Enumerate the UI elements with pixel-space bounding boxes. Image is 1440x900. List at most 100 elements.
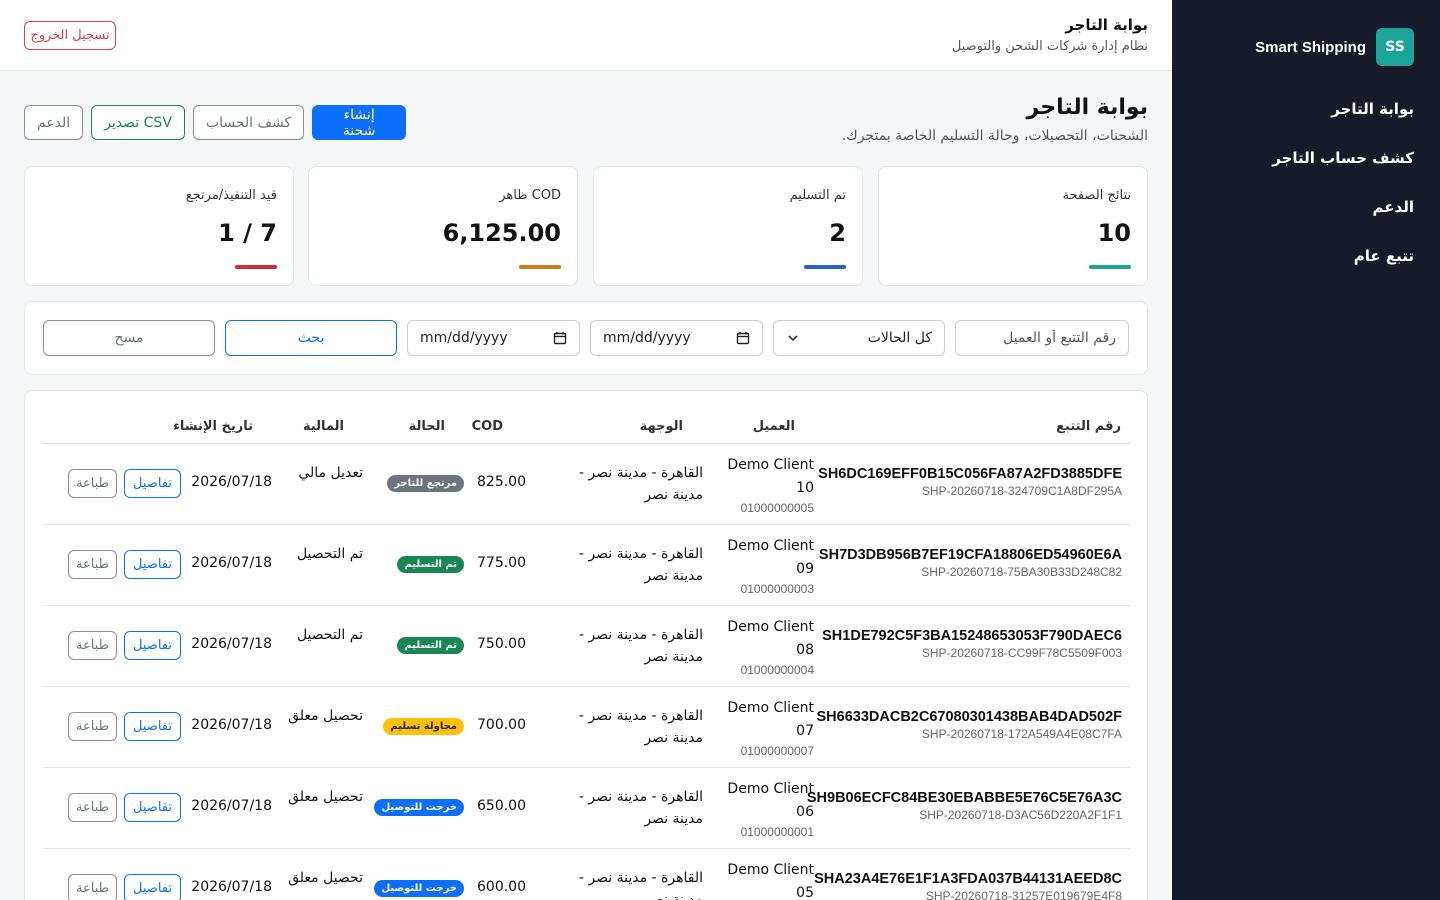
- destination-cell: القاهرة - مدينة نصر - مدينة نصر: [578, 789, 703, 827]
- status-badge: تم التسليم: [397, 637, 464, 654]
- client-name: Demo Client 09: [727, 538, 814, 577]
- details-button[interactable]: تفاصيل: [124, 550, 181, 579]
- table-row[interactable]: SH7D3DB956B7EF19CFA18806ED54960E6A SHP-20…: [43, 525, 1130, 606]
- cod-cell: 600.00: [477, 879, 526, 895]
- tracking-number[interactable]: SH9B06ECFC84BE30EBABBE5E76C5E76A3C: [807, 790, 1122, 806]
- shipment-reference: SHP-20260718-CC99F78C5509F003: [921, 646, 1122, 660]
- created-date-cell: 2026/07/18: [191, 636, 272, 652]
- column-header-finance: المالية: [302, 419, 344, 434]
- sidebar-item-merchant-portal[interactable]: بوابة التاجر: [1194, 96, 1414, 145]
- details-button[interactable]: تفاصيل: [124, 631, 181, 660]
- tracking-cell: SH6633DACB2C67080301438BAB4DAD502F SHP-20…: [817, 709, 1122, 741]
- clear-button[interactable]: مسح: [43, 320, 215, 356]
- print-button[interactable]: طباعة: [68, 793, 117, 822]
- created-date-cell: 2026/07/18: [191, 717, 272, 733]
- stat-value: 6,125.00: [442, 219, 561, 247]
- tracking-number[interactable]: SHA23A4E76E1F1A3FDA037B44131AEED8C: [814, 871, 1122, 887]
- status-badge: خرجت للتوصيل: [374, 799, 464, 816]
- sidebar-item-public-tracking[interactable]: تتبع عام: [1194, 243, 1414, 292]
- create-shipment-button[interactable]: إنشاء شحنة: [312, 105, 407, 140]
- brand-name: Smart Shipping: [1255, 38, 1366, 56]
- print-button[interactable]: طباعة: [68, 712, 117, 741]
- client-name: Demo Client 08: [727, 619, 814, 658]
- status-badge: خرجت للتوصيل: [374, 880, 464, 897]
- filter-panel: كل الحالات mm/dd/yyyy mm/dd/yyyy بحث مسح: [24, 301, 1148, 375]
- calendar-icon[interactable]: [736, 331, 750, 345]
- support-button[interactable]: الدعم: [24, 105, 84, 140]
- shipment-reference: SHP-20260718-D3AC56D220A2F1F1: [919, 808, 1122, 822]
- created-date-cell: 2026/07/18: [191, 555, 272, 571]
- stat-card-page-results: نتائج الصفحة 10: [878, 166, 1148, 286]
- destination-cell: القاهرة - مدينة نصر - مدينة نصر: [578, 708, 703, 746]
- client-name: Demo Client 07: [727, 700, 814, 739]
- column-header-client: العميل: [752, 419, 795, 434]
- stat-label: نتائج الصفحة: [1062, 188, 1131, 203]
- table-row[interactable]: SH6DC169EFF0B15C056FA87A2FD3885DFE SHP-20…: [43, 444, 1130, 525]
- date-to-input[interactable]: mm/dd/yyyy: [407, 320, 580, 356]
- client-name: Demo Client 06: [727, 781, 814, 820]
- cod-cell: 650.00: [477, 798, 526, 814]
- tracking-number[interactable]: SH7D3DB956B7EF19CFA18806ED54960E6A: [819, 547, 1122, 563]
- cod-cell: 775.00: [477, 555, 526, 571]
- sidebar-item-support[interactable]: الدعم: [1194, 194, 1414, 243]
- created-date-cell: 2026/07/18: [191, 879, 272, 895]
- search-button[interactable]: بحث: [225, 320, 397, 356]
- shipment-reference: SHP-20260718-324709C1A8DF295A: [921, 484, 1122, 498]
- client-phone: 01000000005: [740, 501, 814, 515]
- page-subtitle: الشحنات، التحصيلات، وحالة التسليم الخاصة…: [841, 128, 1148, 144]
- created-date-cell: 2026/07/18: [191, 798, 272, 814]
- tracking-number[interactable]: SH6DC169EFF0B15C056FA87A2FD3885DFE: [818, 466, 1122, 482]
- logout-button[interactable]: تسجيل الخروج: [24, 21, 116, 50]
- date-from-input[interactable]: mm/dd/yyyy: [590, 320, 763, 356]
- cod-cell: 825.00: [477, 474, 526, 490]
- details-button[interactable]: تفاصيل: [124, 712, 181, 741]
- status-select[interactable]: كل الحالات: [773, 320, 945, 356]
- cod-cell: 750.00: [477, 636, 526, 652]
- page-title: بوابة التاجر: [1026, 95, 1148, 120]
- tracking-cell: SH9B06ECFC84BE30EBABBE5E76C5E76A3C SHP-20…: [807, 790, 1122, 822]
- table-row[interactable]: SH9B06ECFC84BE30EBABBE5E76C5E76A3C SHP-20…: [43, 768, 1130, 849]
- tracking-cell: SHA23A4E76E1F1A3FDA037B44131AEED8C SHP-20…: [814, 871, 1122, 900]
- calendar-icon[interactable]: [553, 331, 567, 345]
- destination-cell: القاهرة - مدينة نصر - مدينة نصر: [578, 627, 703, 665]
- topbar: بوابة التاجر نظام إدارة شركات الشحن والت…: [0, 0, 1172, 71]
- finance-cell: تعديل مالي: [298, 465, 363, 481]
- client-cell: Demo Client 07 01000000007: [714, 697, 814, 759]
- table-row[interactable]: SH1DE792C5F3BA15248653053F790DAEC6 SHP-20…: [43, 606, 1130, 687]
- export-csv-button[interactable]: تصدير CSV: [91, 105, 185, 140]
- column-header-status: الحالة: [408, 419, 445, 434]
- details-button[interactable]: تفاصيل: [124, 874, 181, 900]
- table-row[interactable]: SHA23A4E76E1F1A3FDA037B44131AEED8C SHP-20…: [43, 849, 1130, 900]
- table-row[interactable]: SH6633DACB2C67080301438BAB4DAD502F SHP-20…: [43, 687, 1130, 768]
- details-button[interactable]: تفاصيل: [124, 469, 181, 498]
- client-phone: 01000000001: [740, 825, 814, 839]
- print-button[interactable]: طباعة: [68, 469, 117, 498]
- date-to-value: mm/dd/yyyy: [420, 330, 508, 346]
- print-button[interactable]: طباعة: [68, 631, 117, 660]
- page-actions: إنشاء شحنة كشف الحساب تصدير CSV الدعم: [24, 105, 407, 140]
- stat-label: تم التسليم: [789, 188, 846, 203]
- stat-label: COD ظاهر: [499, 188, 561, 203]
- status-badge: تم التسليم: [397, 556, 464, 573]
- sidebar-nav: بوابة التاجر كشف حساب التاجر الدعم تتبع …: [1194, 96, 1414, 292]
- column-header-destination: الوجهة: [639, 419, 683, 434]
- details-button[interactable]: تفاصيل: [124, 793, 181, 822]
- statement-button[interactable]: كشف الحساب: [192, 105, 305, 140]
- print-button[interactable]: طباعة: [68, 550, 117, 579]
- tracking-number[interactable]: SH1DE792C5F3BA15248653053F790DAEC6: [822, 628, 1122, 644]
- sidebar-item-merchant-statement[interactable]: كشف حساب التاجر: [1194, 145, 1414, 194]
- client-phone: 01000000003: [740, 582, 814, 596]
- print-button[interactable]: طباعة: [68, 874, 117, 900]
- search-input[interactable]: [955, 320, 1129, 356]
- tracking-cell: SH7D3DB956B7EF19CFA18806ED54960E6A SHP-20…: [819, 547, 1122, 579]
- destination-cell: القاهرة - مدينة نصر - مدينة نصر: [578, 546, 703, 584]
- shipment-reference: SHP-20260718-172A549A4E08C7FA: [921, 727, 1122, 741]
- finance-cell: تحصيل معلق: [288, 708, 363, 724]
- stat-accent-bar: [519, 265, 561, 269]
- topbar-title: بوابة التاجر: [1065, 16, 1148, 34]
- finance-cell: تم التحصيل: [296, 627, 363, 643]
- tracking-cell: SH6DC169EFF0B15C056FA87A2FD3885DFE SHP-20…: [818, 466, 1122, 498]
- tracking-number[interactable]: SH6633DACB2C67080301438BAB4DAD502F: [817, 709, 1122, 725]
- stat-accent-bar: [235, 265, 277, 269]
- brand[interactable]: SS Smart Shipping: [1255, 28, 1414, 66]
